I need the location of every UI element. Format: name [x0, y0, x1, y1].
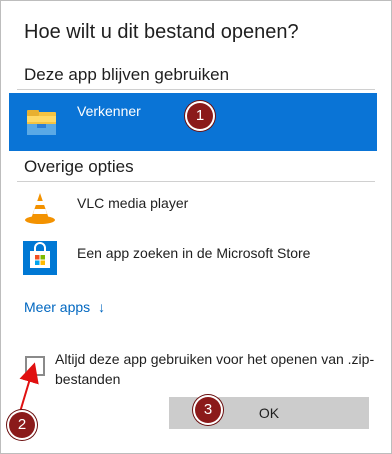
always-use-label: Altijd deze app gebruiken voor het opene…: [55, 351, 375, 387]
more-apps-link[interactable]: Meer apps ↓: [24, 299, 105, 315]
store-bag-icon: [23, 241, 57, 275]
folder-icon: [27, 110, 56, 135]
keep-app-heading: Deze app blijven gebruiken: [24, 65, 230, 84]
app-option-store[interactable]: Een app zoeken in de Microsoft Store: [9, 237, 377, 281]
annotation-badge-3: 3: [195, 397, 221, 423]
more-apps-label: Meer apps: [24, 299, 91, 315]
annotation-badge-2: 2: [9, 412, 35, 438]
arrow-down-icon: ↓: [98, 299, 106, 315]
vlc-cone-icon: [25, 193, 55, 224]
app-option-label: Een app zoeken in de Microsoft Store: [77, 245, 311, 261]
divider: [17, 181, 375, 182]
app-option-label: Verkenner: [77, 103, 141, 119]
open-with-dialog: Hoe wilt u dit bestand openen? Deze app …: [0, 0, 392, 454]
other-options-heading: Overige opties: [24, 157, 134, 176]
annotation-badge-1: 1: [187, 103, 213, 129]
divider: [17, 89, 375, 90]
always-use-checkbox[interactable]: [25, 356, 45, 376]
app-option-vlc[interactable]: VLC media player: [9, 187, 377, 231]
app-option-label: VLC media player: [77, 195, 189, 211]
dialog-title: Hoe wilt u dit bestand openen?: [24, 21, 299, 43]
